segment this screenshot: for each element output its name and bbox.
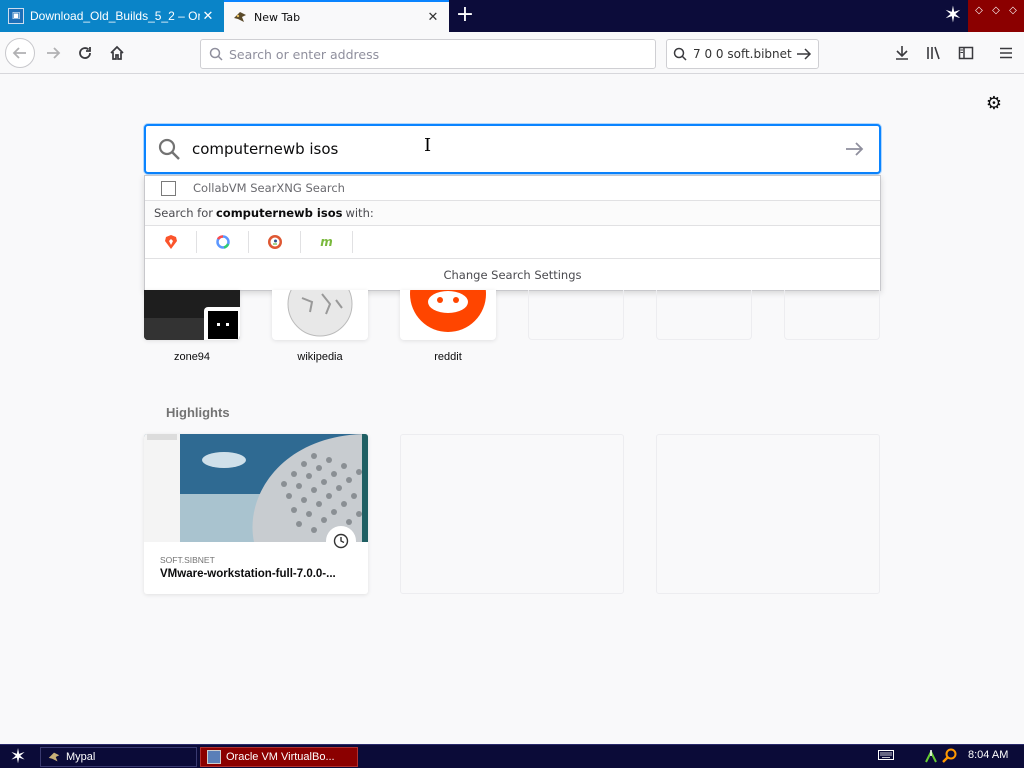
search-for-term: computernewb isos xyxy=(215,206,343,220)
change-search-settings-button[interactable]: Change Search Settings xyxy=(145,259,880,290)
arrow-right-icon xyxy=(846,142,864,156)
engine-qwant-button[interactable] xyxy=(197,231,249,253)
home-button[interactable] xyxy=(102,38,132,68)
new-tab-page: ⚙ I CollabVM SearXNG Search Search for c… xyxy=(0,75,1024,744)
search-icon[interactable] xyxy=(942,748,958,764)
tab-download-old-builds[interactable]: ▣ Download_Old_Builds_5_2 – Oracle VM Vi… xyxy=(0,0,224,32)
taskbar-item-mypal[interactable]: Mypal xyxy=(40,747,197,767)
topsite-reddit[interactable]: reddit xyxy=(400,290,496,363)
highlight-card[interactable]: SOFT.SIBNET VMware-workstation-full-7.0.… xyxy=(144,434,368,594)
taskbar-item-virtualbox[interactable]: Oracle VM VirtualBo... xyxy=(200,747,358,767)
tab-strip: ▣ Download_Old_Builds_5_2 – Oracle VM Vi… xyxy=(0,0,1024,32)
topsite-label: wikipedia xyxy=(297,351,343,363)
go-arrow-icon[interactable] xyxy=(796,47,812,61)
topsite-empty-slot xyxy=(528,290,624,340)
search-icon xyxy=(673,47,687,61)
reddit-logo-icon xyxy=(410,290,486,332)
hamburger-menu-icon xyxy=(1000,47,1012,59)
network-icon[interactable] xyxy=(924,748,938,764)
page-search-input[interactable] xyxy=(192,140,831,158)
window-menu-star-icon[interactable]: ✶ xyxy=(940,2,966,30)
search-for-suffix: with: xyxy=(345,206,374,220)
forward-button[interactable] xyxy=(38,38,68,68)
zone94-logo-icon xyxy=(204,307,240,340)
topsite-label: zone94 xyxy=(173,351,211,363)
topsite-label: reddit xyxy=(434,351,462,363)
mypal-favicon-icon xyxy=(232,9,248,25)
page-search-box[interactable] xyxy=(144,124,881,174)
sidebar-button[interactable] xyxy=(952,39,980,67)
engine-mojeek-button[interactable]: m xyxy=(301,231,353,253)
close-tab-icon[interactable]: ✕ xyxy=(425,9,441,25)
text-cursor-icon: I xyxy=(424,135,432,156)
search-bar-text: 7 0 0 soft.bibnet xyxy=(693,47,792,61)
taskbar: ✶ Mypal Oracle VM VirtualBo... 8:04 AM xyxy=(0,744,1024,768)
mojeek-icon: m xyxy=(320,235,333,249)
search-for-header: Search for computernewb isos with: xyxy=(145,201,880,226)
suggestion-checkbox[interactable] xyxy=(161,180,176,196)
maximize-icon[interactable]: ◇ xyxy=(989,4,1003,18)
highlight-empty-slot xyxy=(656,434,880,594)
minimize-icon[interactable]: ◇ xyxy=(972,4,986,18)
search-go-button[interactable] xyxy=(831,141,879,157)
highlight-title: VMware-workstation-full-7.0.0-... xyxy=(160,568,336,580)
mypal-icon xyxy=(47,750,61,764)
reload-button[interactable] xyxy=(70,38,100,68)
close-tab-icon[interactable]: ✕ xyxy=(200,8,216,24)
tab-title: New Tab xyxy=(254,10,301,24)
close-window-icon[interactable]: ◇ xyxy=(1006,4,1020,18)
duckduckgo-icon xyxy=(267,235,282,249)
tab-new-tab[interactable]: New Tab ✕ xyxy=(224,0,449,32)
library-icon xyxy=(927,46,940,60)
clock-icon xyxy=(326,526,356,556)
download-icon xyxy=(896,46,908,60)
library-button[interactable] xyxy=(920,39,948,67)
new-tab-button[interactable]: + xyxy=(452,4,478,28)
url-bar[interactable] xyxy=(200,39,656,69)
start-menu-star-icon[interactable]: ✶ xyxy=(6,745,30,768)
taskbar-item-label: Oracle VM VirtualBo... xyxy=(226,751,335,763)
url-input[interactable] xyxy=(229,46,655,62)
virtualbox-icon xyxy=(207,750,221,764)
one-off-engines: m xyxy=(145,226,880,259)
window-controls: ◇ ◇ ◇ xyxy=(968,0,1024,32)
taskbar-item-label: Mypal xyxy=(66,751,96,763)
search-icon xyxy=(209,47,223,61)
topsite-wikipedia[interactable]: wikipedia xyxy=(272,290,368,363)
topsite-thumbnail xyxy=(400,290,496,340)
highlight-thumbnail xyxy=(144,434,368,542)
highlights-heading: Highlights xyxy=(166,405,230,420)
highlight-empty-slot xyxy=(400,434,624,594)
engine-duckduckgo-button[interactable] xyxy=(249,231,301,253)
menu-button[interactable] xyxy=(992,39,1020,67)
topsite-empty-slot xyxy=(784,290,880,340)
home-icon xyxy=(110,45,124,60)
reload-icon xyxy=(79,47,91,59)
virtualbox-favicon-icon: ▣ xyxy=(8,8,24,24)
suggestion-item[interactable]: CollabVM SearXNG Search xyxy=(145,176,880,201)
clock-time: 8:04 AM xyxy=(968,749,1009,761)
qwant-icon xyxy=(215,235,230,249)
wikipedia-globe-icon xyxy=(287,290,353,337)
search-for-prefix: Search for xyxy=(154,206,213,220)
forward-arrow-icon xyxy=(47,47,61,59)
topsite-zone94[interactable]: zone94 xyxy=(144,290,240,363)
suggestion-label: CollabVM SearXNG Search xyxy=(193,181,345,195)
search-suggestion-popup: CollabVM SearXNG Search Search for compu… xyxy=(144,175,881,291)
topsite-empty-slot xyxy=(656,290,752,340)
tab-title: Download_Old_Builds_5_2 – Oracle VM Virt… xyxy=(30,9,200,23)
topsite-thumbnail xyxy=(272,290,368,340)
sidebar-icon xyxy=(958,46,974,60)
back-arrow-icon xyxy=(12,47,26,59)
engine-brave-button[interactable] xyxy=(145,231,197,253)
search-icon xyxy=(146,137,192,161)
search-bar[interactable]: 7 0 0 soft.bibnet xyxy=(666,39,819,69)
topsite-thumbnail xyxy=(144,290,240,340)
downloads-button[interactable] xyxy=(888,39,916,67)
keyboard-icon[interactable] xyxy=(878,750,894,762)
brave-icon xyxy=(164,235,177,249)
back-button[interactable] xyxy=(5,38,35,68)
gear-icon[interactable]: ⚙ xyxy=(982,92,1006,116)
highlight-source: SOFT.SIBNET xyxy=(160,555,215,565)
